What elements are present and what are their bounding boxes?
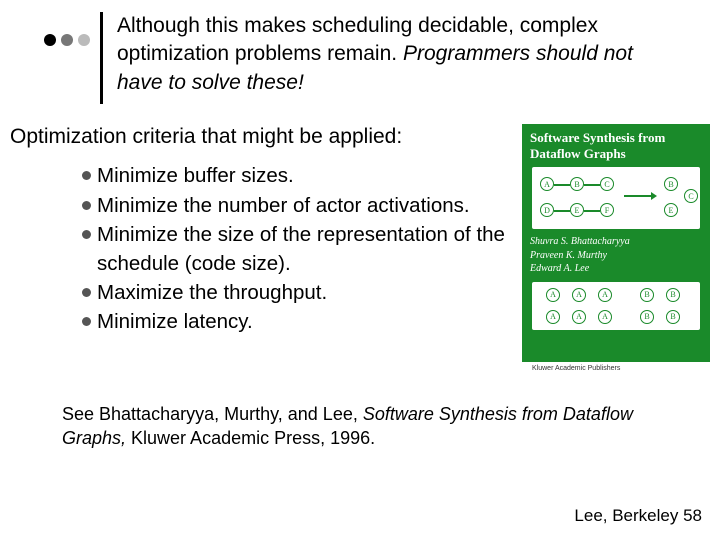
bullet-icon <box>82 171 91 180</box>
arrow-icon <box>624 195 652 197</box>
list-item: Minimize the number of actor activations… <box>82 191 516 220</box>
publisher-caption: Kluwer Academic Publishers <box>532 365 710 372</box>
bullet-list: Minimize buffer sizes. Minimize the numb… <box>10 161 516 336</box>
list-item: Minimize latency. <box>82 307 516 336</box>
author-line: Shuvra S. Bhattacharyya <box>530 235 702 249</box>
dataflow-graph-icon: A B C D E F B C E <box>532 167 700 229</box>
decoration-dots <box>44 34 90 46</box>
bullet-text: Minimize the number of actor activations… <box>97 191 470 220</box>
author-line: Praveen K. Murthy <box>530 249 702 263</box>
dot-icon <box>78 34 90 46</box>
slide-header: Although this makes scheduling decidable… <box>0 0 720 104</box>
criteria-heading: Optimization criteria that might be appl… <box>10 122 516 151</box>
citation-pre: See Bhattacharyya, Murthy, and Lee, <box>62 404 363 424</box>
schedule-graph-icon: A A A A A A B B B B <box>532 282 700 330</box>
book-cover-column: Software Synthesis from Dataflow Graphs … <box>522 124 710 372</box>
bullet-text: Maximize the throughput. <box>97 278 327 307</box>
citation: See Bhattacharyya, Murthy, and Lee, Soft… <box>0 372 720 451</box>
header-text: Although this makes scheduling decidable… <box>117 12 647 97</box>
vertical-divider <box>100 12 103 104</box>
citation-post: Kluwer Academic Press, 1996. <box>126 428 375 448</box>
list-item: Maximize the throughput. <box>82 278 516 307</box>
main-content: Optimization criteria that might be appl… <box>0 104 720 372</box>
bullet-icon <box>82 317 91 326</box>
book-title: Software Synthesis from Dataflow Graphs <box>522 124 710 163</box>
bullet-icon <box>82 230 91 239</box>
list-item: Minimize buffer sizes. <box>82 161 516 190</box>
bullet-icon <box>82 288 91 297</box>
dot-icon <box>61 34 73 46</box>
author-line: Edward A. Lee <box>530 262 702 276</box>
bullet-icon <box>82 201 91 210</box>
bullet-text: Minimize latency. <box>97 307 253 336</box>
list-item: Minimize the size of the representation … <box>82 220 516 278</box>
book-cover: Software Synthesis from Dataflow Graphs … <box>522 124 710 362</box>
bullet-text: Minimize the size of the representation … <box>97 220 516 278</box>
bullet-text: Minimize buffer sizes. <box>97 161 294 190</box>
dot-icon <box>44 34 56 46</box>
book-authors: Shuvra S. Bhattacharyya Praveen K. Murth… <box>522 233 710 280</box>
text-column: Optimization criteria that might be appl… <box>10 122 516 336</box>
slide-footer: Lee, Berkeley 58 <box>574 506 702 526</box>
